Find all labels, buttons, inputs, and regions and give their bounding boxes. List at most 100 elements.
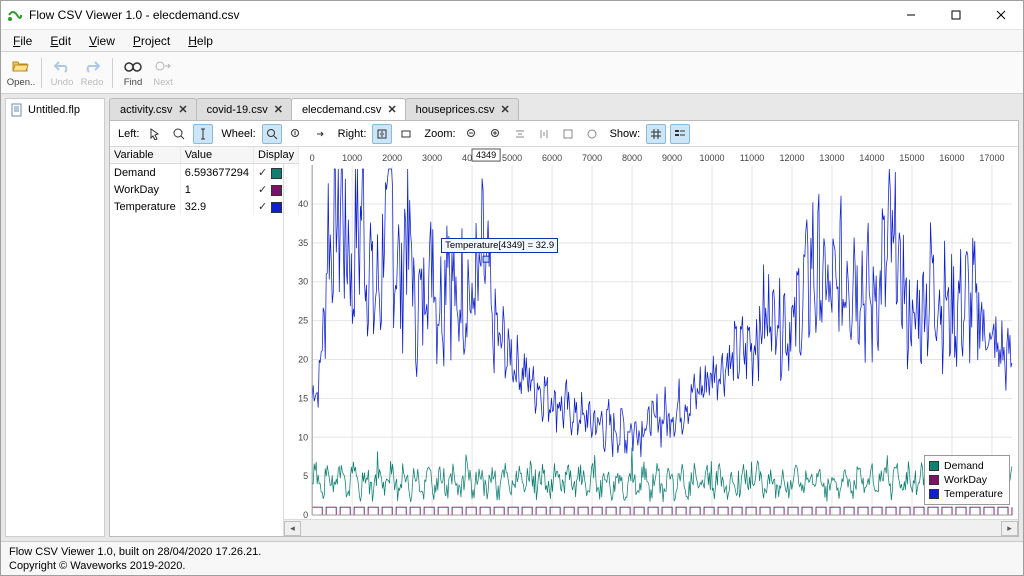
zoom-reset[interactable] [582,124,602,144]
svg-text:30: 30 [298,277,308,287]
legend-item: Demand [929,459,1003,473]
svg-text:35: 35 [298,238,308,248]
menu-project[interactable]: Project [125,32,178,50]
tab-activity[interactable]: activity.csv✕ [109,98,197,120]
next-icon [153,56,173,76]
binoculars-icon [123,56,143,76]
tab-covid19[interactable]: covid-19.csv✕ [196,98,292,120]
show-label: Show: [610,128,641,140]
document-icon [10,103,24,117]
svg-text:16000: 16000 [939,153,964,163]
menu-edit[interactable]: Edit [42,32,79,50]
zoom-fit[interactable] [558,124,578,144]
find-button[interactable]: Find [119,54,147,92]
editor-panel: activity.csv✕ covid-19.csv✕ elecdemand.c… [109,98,1019,537]
show-legend[interactable] [670,124,690,144]
col-value[interactable]: Value [180,147,253,164]
svg-text:1000: 1000 [342,153,362,163]
svg-text:20: 20 [298,355,308,365]
legend-item: Temperature [929,487,1003,501]
chart[interactable]: 0510152025303540010002000300040005000600… [284,147,1018,519]
svg-text:7000: 7000 [582,153,602,163]
variable-table: Variable Value Display Demand6.593677294… [110,147,284,536]
menu-help[interactable]: Help [180,32,221,50]
measure-tool[interactable] [169,124,189,144]
legend: DemandWorkDayTemperature [924,455,1010,505]
next-button[interactable]: Next [149,54,177,92]
menu-bar: File Edit View Project Help [1,30,1023,52]
svg-text:25: 25 [298,316,308,326]
document-tabs: activity.csv✕ covid-19.csv✕ elecdemand.c… [109,98,1019,120]
wheel-zoom-y[interactable] [286,124,306,144]
right-pan[interactable] [372,124,392,144]
undo-icon [52,56,72,76]
app-icon [7,7,23,23]
status-line2: Copyright © Waveworks 2019-2020. [9,559,1015,573]
view-toolbar: Left: Wheel: Right: Zoom: [110,121,1018,147]
show-grid[interactable] [646,124,666,144]
right-label: Right: [338,128,367,140]
folder-open-icon [11,56,31,76]
svg-text:10: 10 [298,432,308,442]
svg-text:4349: 4349 [476,150,496,160]
zoom-out[interactable] [462,124,482,144]
close-button[interactable] [978,1,1023,29]
svg-text:13000: 13000 [819,153,844,163]
svg-text:9000: 9000 [662,153,682,163]
close-icon[interactable]: ✕ [178,103,187,116]
zoom-in[interactable] [486,124,506,144]
menu-view[interactable]: View [81,32,123,50]
zoom-fit-y[interactable] [534,124,554,144]
maximize-button[interactable] [933,1,978,29]
table-row[interactable]: Demand6.593677294✓ [110,164,299,182]
svg-text:14000: 14000 [859,153,884,163]
undo-button[interactable]: Undo [48,54,76,92]
close-icon[interactable]: ✕ [501,103,510,116]
value-tooltip: Temperature[4349] = 32.9 [441,238,558,253]
zoom-fit-x[interactable] [510,124,530,144]
svg-text:2000: 2000 [382,153,402,163]
project-file-item[interactable]: Untitled.flp [6,99,104,121]
svg-text:15000: 15000 [899,153,924,163]
col-variable[interactable]: Variable [110,147,180,164]
tab-elecdemand[interactable]: elecdemand.csv✕ [291,98,406,120]
open-button[interactable]: Open.. [7,54,35,92]
undo-label: Undo [51,77,74,88]
legend-item: WorkDay [929,473,1003,487]
tab-houseprices[interactable]: houseprices.csv✕ [405,98,519,120]
window-controls [888,1,1023,29]
zoom-label: Zoom: [424,128,455,140]
pointer-tool[interactable] [145,124,165,144]
main-toolbar: Open.. Undo Redo Find Next [1,52,1023,94]
svg-text:0: 0 [303,510,308,520]
redo-icon [82,56,102,76]
svg-text:12000: 12000 [779,153,804,163]
redo-label: Redo [81,77,104,88]
svg-text:3000: 3000 [422,153,442,163]
next-label: Next [153,77,173,88]
close-icon[interactable]: ✕ [387,103,396,116]
svg-text:17000: 17000 [979,153,1004,163]
ibeam-tool[interactable] [193,124,213,144]
project-panel: Untitled.flp [5,98,105,537]
wheel-zoom-x[interactable] [262,124,282,144]
status-line1: Flow CSV Viewer 1.0, built on 28/04/2020… [9,545,1015,559]
table-row[interactable]: WorkDay1✓ [110,181,299,198]
svg-text:40: 40 [298,199,308,209]
wheel-label: Wheel: [221,128,255,140]
table-row[interactable]: Temperature32.9✓ [110,198,299,215]
wheel-scroll[interactable] [310,124,330,144]
svg-text:15: 15 [298,393,308,403]
open-label: Open.. [7,77,36,88]
svg-text:5: 5 [303,471,308,481]
svg-text:6000: 6000 [542,153,562,163]
redo-button[interactable]: Redo [78,54,106,92]
svg-text:5000: 5000 [502,153,522,163]
svg-text:0: 0 [310,153,315,163]
right-range[interactable] [396,124,416,144]
titlebar: Flow CSV Viewer 1.0 - elecdemand.csv [1,1,1023,30]
menu-file[interactable]: File [5,32,40,50]
close-icon[interactable]: ✕ [274,103,283,116]
find-label: Find [124,77,142,88]
minimize-button[interactable] [888,1,933,29]
